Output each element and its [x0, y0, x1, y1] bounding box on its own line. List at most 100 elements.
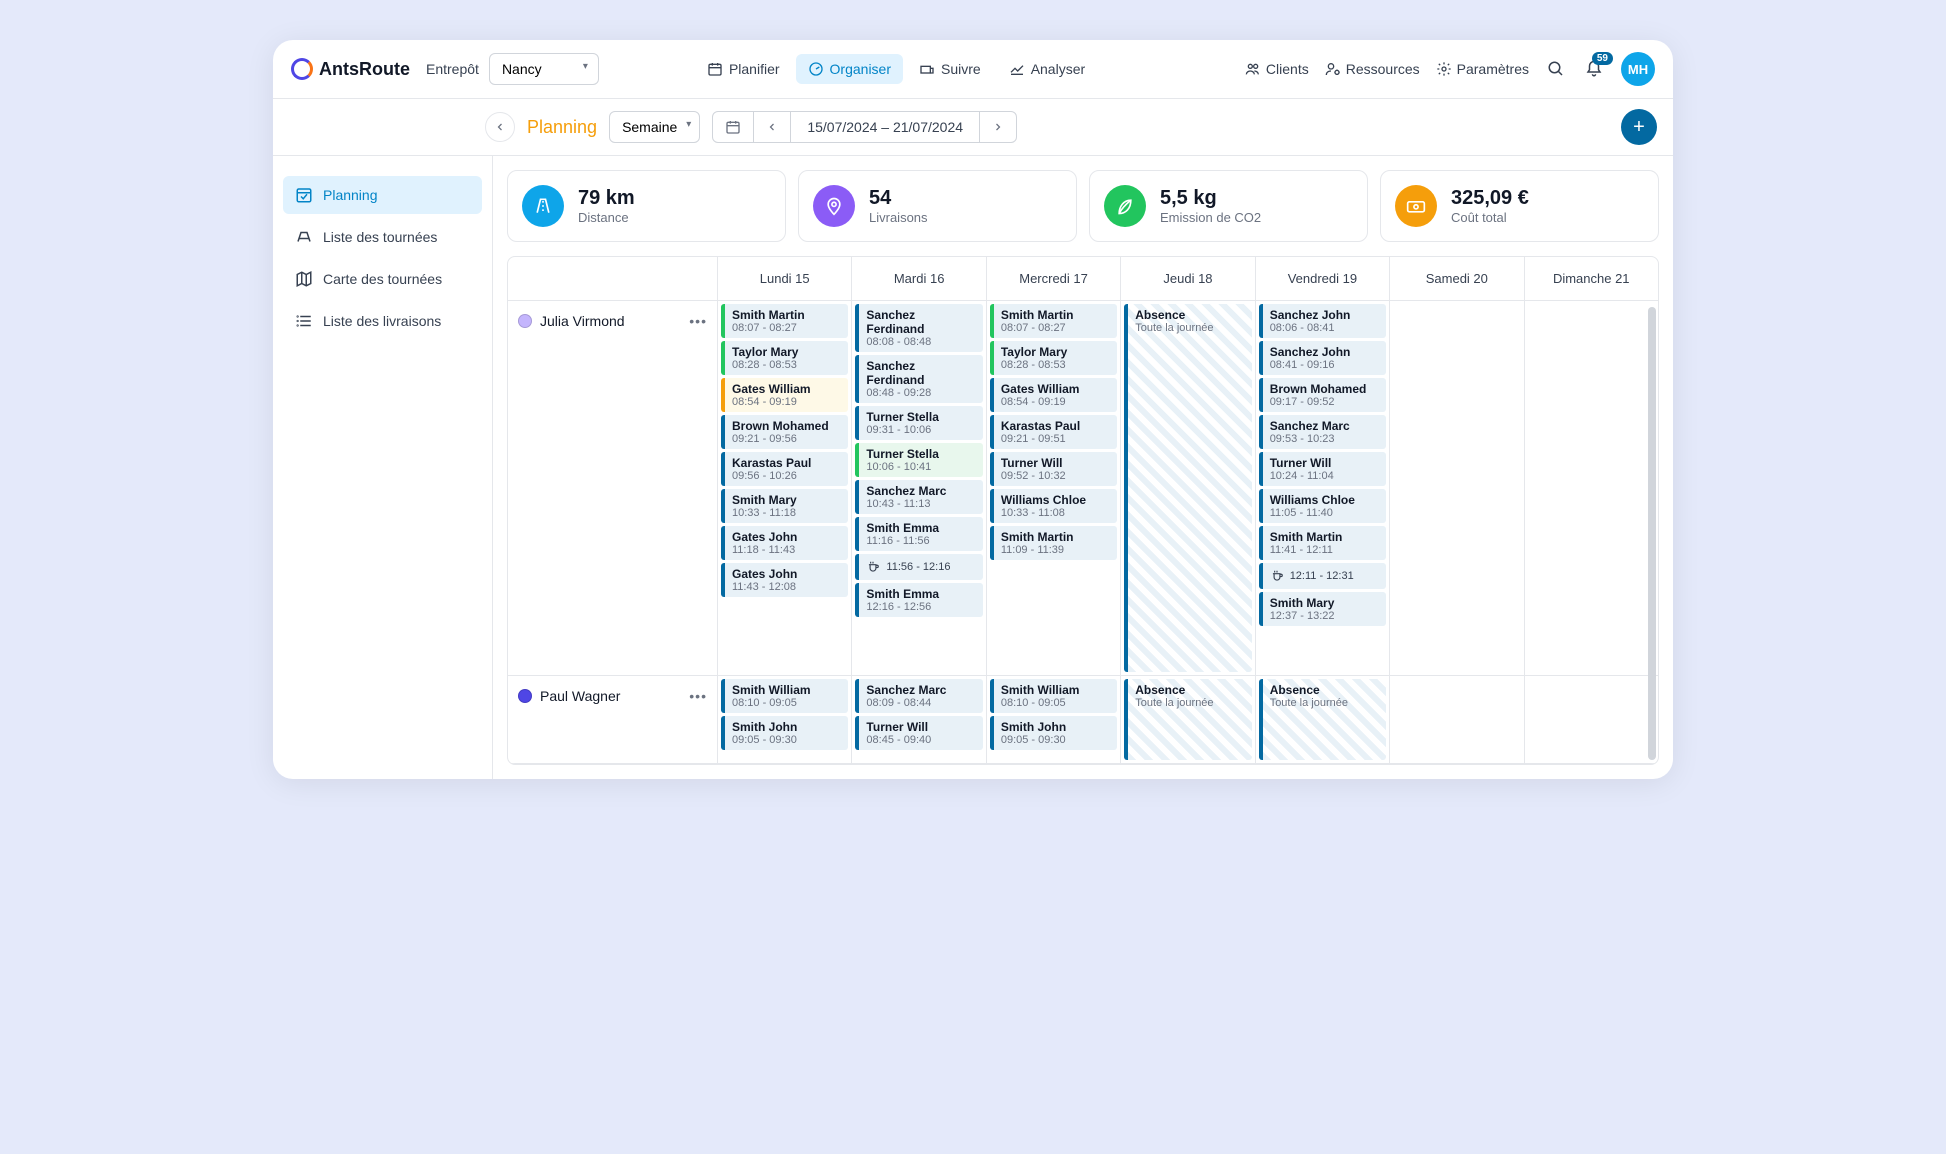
topnav-analyser[interactable]: Analyser [997, 54, 1097, 84]
body: Planning Liste des tournées Carte des tour… [273, 156, 1673, 779]
topnav-organiser[interactable]: Organiser [796, 54, 903, 84]
task-list [1390, 676, 1523, 682]
task-card[interactable]: Smith Emma11:16 - 11:56 [855, 517, 982, 551]
task-card[interactable]: Smith Emma12:16 - 12:56 [855, 583, 982, 617]
day-column-2: Mercredi 17Smith Martin08:07 - 08:27Tayl… [987, 257, 1121, 764]
topnav-planifier[interactable]: Planifier [695, 54, 792, 84]
task-card[interactable]: Gates William08:54 - 09:19 [721, 378, 848, 412]
topnav-suivre[interactable]: Suivre [907, 54, 993, 84]
agent-menu-button[interactable]: ••• [689, 688, 707, 704]
task-card[interactable]: Sanchez Marc09:53 - 10:23 [1259, 415, 1386, 449]
sidebar-icon [295, 270, 313, 288]
task-card[interactable]: Gates William08:54 - 09:19 [990, 378, 1117, 412]
absence-block[interactable]: AbsenceToute la journée [1124, 304, 1251, 672]
break-task[interactable]: 11:56 - 12:16 [855, 554, 982, 580]
sidebar-icon [295, 186, 313, 204]
task-card[interactable]: Smith Martin11:09 - 11:39 [990, 526, 1117, 560]
rightnav: Clients Ressources Paramètres [1245, 61, 1529, 77]
task-card[interactable]: Smith Mary10:33 - 11:18 [721, 489, 848, 523]
task-card[interactable]: Smith William08:10 - 09:05 [990, 679, 1117, 713]
sidebar-item-3[interactable]: Liste des livraisons [283, 302, 482, 340]
task-card[interactable]: Sanchez Ferdinand08:08 - 08:48 [855, 304, 982, 352]
task-card[interactable]: Brown Mohamed09:17 - 09:52 [1259, 378, 1386, 412]
topnav: PlanifierOrganiserSuivreAnalyser [695, 54, 1097, 84]
agent-name-row: Paul Wagner••• [508, 676, 717, 716]
scrollbar[interactable] [1648, 307, 1656, 760]
task-card[interactable]: Sanchez Marc08:09 - 08:44 [855, 679, 982, 713]
task-card[interactable]: Smith William08:10 - 09:05 [721, 679, 848, 713]
add-button[interactable]: + [1621, 109, 1657, 145]
task-card[interactable]: Turner Stella10:06 - 10:41 [855, 443, 982, 477]
chart-icon [1009, 61, 1025, 77]
prev-week-button[interactable] [754, 112, 791, 142]
rightnav-paramètres[interactable]: Paramètres [1436, 61, 1529, 77]
task-list: Smith Martin08:07 - 08:27Taylor Mary08:2… [987, 301, 1120, 563]
task-card[interactable]: Turner Will08:45 - 09:40 [855, 716, 982, 750]
task-card[interactable]: Smith John09:05 - 09:30 [990, 716, 1117, 750]
task-card[interactable]: Gates John11:18 - 11:43 [721, 526, 848, 560]
next-week-button[interactable] [980, 112, 1016, 142]
sidebar-item-0[interactable]: Planning [283, 176, 482, 214]
schedule-cell: Smith Martin08:07 - 08:27Taylor Mary08:2… [987, 301, 1120, 676]
task-card[interactable]: Turner Stella09:31 - 10:06 [855, 406, 982, 440]
task-card[interactable]: Smith Mary12:37 - 13:22 [1259, 592, 1386, 626]
break-task[interactable]: 12:11 - 12:31 [1259, 563, 1386, 589]
day-header: Mardi 16 [852, 257, 985, 301]
task-card[interactable]: Taylor Mary08:28 - 08:53 [721, 341, 848, 375]
agent-dot [518, 314, 532, 328]
stat-card-2: 5,5 kgEmission de CO2 [1089, 170, 1368, 242]
task-card[interactable]: Sanchez John08:41 - 09:16 [1259, 341, 1386, 375]
stat-label: Emission de CO2 [1160, 210, 1261, 225]
day-header: Mercredi 17 [987, 257, 1120, 301]
task-card[interactable]: Sanchez Marc10:43 - 11:13 [855, 480, 982, 514]
stat-label: Distance [578, 210, 635, 225]
task-card[interactable]: Taylor Mary08:28 - 08:53 [990, 341, 1117, 375]
schedule: Julia Virmond•••Paul Wagner••• Lundi 15S… [507, 256, 1659, 765]
task-card[interactable]: Smith John09:05 - 09:30 [721, 716, 848, 750]
task-card[interactable]: Sanchez Ferdinand08:48 - 09:28 [855, 355, 982, 403]
stat-card-3: 325,09 €Coût total [1380, 170, 1659, 242]
date-navigator: 15/07/2024 – 21/07/2024 [712, 111, 1017, 143]
money-icon [1395, 185, 1437, 227]
task-card[interactable]: Sanchez John08:06 - 08:41 [1259, 304, 1386, 338]
task-card[interactable]: Smith Martin08:07 - 08:27 [721, 304, 848, 338]
calendar-icon [707, 61, 723, 77]
task-card[interactable]: Gates John11:43 - 12:08 [721, 563, 848, 597]
pin-icon [813, 185, 855, 227]
agent-row: Julia Virmond••• [508, 301, 717, 676]
sidebar-icon [295, 228, 313, 246]
task-list [1525, 301, 1658, 307]
sidebar-item-1[interactable]: Liste des tournées [283, 218, 482, 256]
task-list: AbsenceToute la journée [1121, 301, 1254, 675]
agent-row: Paul Wagner••• [508, 676, 717, 764]
back-button[interactable] [485, 112, 515, 142]
rightnav-clients[interactable]: Clients [1245, 61, 1309, 77]
task-card[interactable]: Turner Will09:52 - 10:32 [990, 452, 1117, 486]
task-card[interactable]: Karastas Paul09:56 - 10:26 [721, 452, 848, 486]
rightnav-ressources[interactable]: Ressources [1325, 61, 1420, 77]
schedule-cell [1390, 676, 1523, 764]
sidebar-item-2[interactable]: Carte des tournées [283, 260, 482, 298]
task-card[interactable]: Turner Will10:24 - 11:04 [1259, 452, 1386, 486]
task-card[interactable]: Williams Chloe10:33 - 11:08 [990, 489, 1117, 523]
notification-bell-icon[interactable]: 59 [1583, 58, 1605, 80]
avatar[interactable]: MH [1621, 52, 1655, 86]
calendar-picker-button[interactable] [713, 112, 754, 142]
task-card[interactable]: Williams Chloe11:05 - 11:40 [1259, 489, 1386, 523]
stat-card-1: 54Livraisons [798, 170, 1077, 242]
task-card[interactable]: Brown Mohamed09:21 - 09:56 [721, 415, 848, 449]
entrepot-group: Entrepôt Nancy [426, 53, 599, 85]
cup-icon [1270, 569, 1284, 583]
absence-block[interactable]: AbsenceToute la journée [1124, 679, 1251, 760]
search-icon[interactable] [1545, 58, 1567, 80]
entrepot-select[interactable]: Nancy [489, 53, 599, 85]
agent-dot [518, 689, 532, 703]
task-card[interactable]: Smith Martin11:41 - 12:11 [1259, 526, 1386, 560]
subbar: Planning Semaine 15/07/2024 – 21/07/2024… [273, 99, 1673, 156]
view-range-select[interactable]: Semaine [609, 111, 700, 143]
task-card[interactable]: Karastas Paul09:21 - 09:51 [990, 415, 1117, 449]
day-header: Vendredi 19 [1256, 257, 1389, 301]
absence-block[interactable]: AbsenceToute la journée [1259, 679, 1386, 760]
agent-menu-button[interactable]: ••• [689, 313, 707, 329]
task-card[interactable]: Smith Martin08:07 - 08:27 [990, 304, 1117, 338]
